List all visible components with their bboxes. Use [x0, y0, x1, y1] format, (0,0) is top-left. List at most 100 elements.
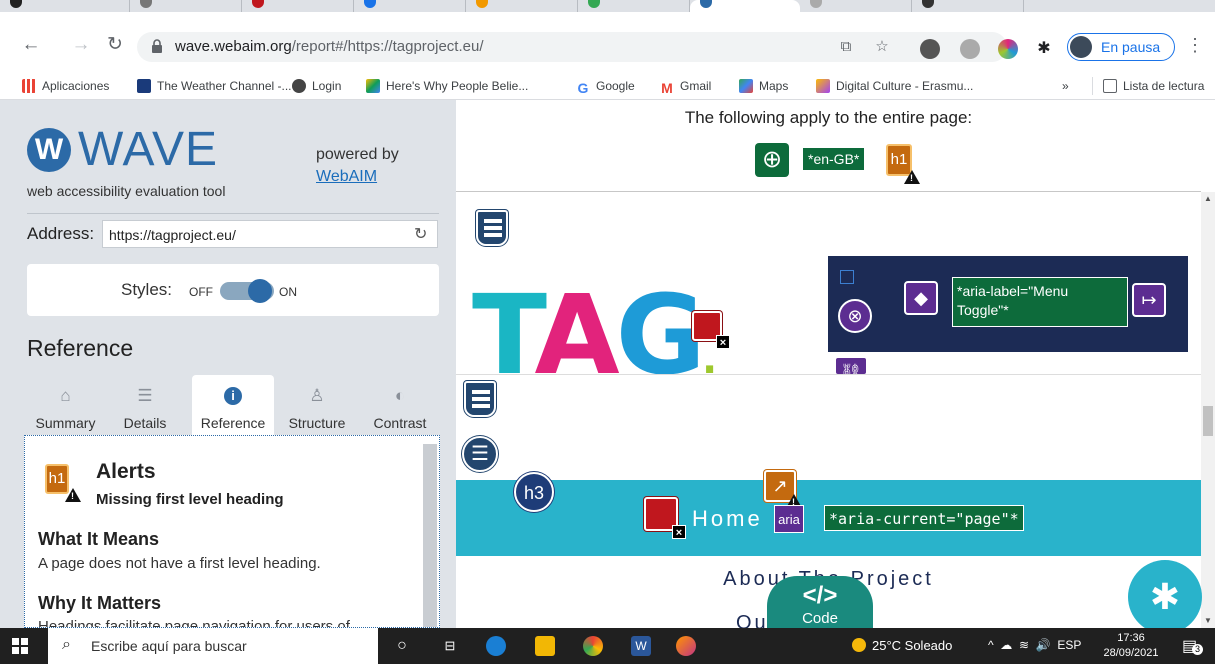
styles-toggle[interactable] [220, 279, 274, 303]
button-icon[interactable]: ⊗ [838, 299, 872, 333]
system-tray[interactable]: ^ ☁ ≋ 🔊 ESP [988, 638, 1081, 652]
menu-kebab-icon[interactable]: ⋮ [1186, 34, 1204, 56]
lang-badge[interactable]: *en-GB* [803, 148, 865, 170]
bookmark-apps[interactable]: Aplicaciones [22, 77, 109, 95]
webaim-link[interactable]: WebAIM [316, 166, 399, 188]
tab-reference[interactable]: i Reference [192, 375, 274, 435]
page-scrollbar[interactable]: ▲ ▼ [1201, 192, 1215, 628]
edge-icon[interactable] [486, 636, 506, 656]
browser-tab[interactable] [578, 0, 690, 12]
aria-current-badge[interactable]: *aria-current="page"* [824, 505, 1024, 531]
maps-icon [739, 79, 753, 93]
accessibility-button[interactable]: ✱ [1128, 560, 1202, 628]
gear-extension-icon[interactable] [960, 39, 980, 59]
sun-icon [852, 638, 866, 652]
screen: ← → ↻ wave.webaim.org/report#/https://ta… [0, 0, 1215, 664]
why-it-matters-heading: Why It Matters [38, 593, 162, 613]
code-toggle-button[interactable]: </> Code [767, 576, 873, 628]
tab-structure[interactable]: ♙ Structure [281, 375, 353, 435]
language-globe-icon[interactable]: ⊕ [755, 143, 789, 177]
profile-button[interactable]: En pausa [1067, 33, 1175, 61]
browser-tab[interactable] [800, 0, 912, 12]
translate-icon[interactable]: ⧉ [837, 38, 855, 56]
chrome-icon[interactable] [583, 636, 603, 656]
link-icon[interactable]: ⛓ [834, 356, 868, 383]
styles-toggle-box: Styles: OFF ON [27, 264, 439, 316]
scroll-thumb[interactable] [1203, 406, 1213, 436]
tab-summary[interactable]: ⌂ Summary [24, 375, 107, 435]
weather-widget[interactable]: 25°C Soleado [852, 638, 952, 653]
tag-icon[interactable]: ◆ [904, 281, 938, 315]
notification-count: 3 [1192, 644, 1203, 655]
wave-extension-icon[interactable] [920, 39, 940, 59]
notifications-icon[interactable]: ▤ 3 [1182, 636, 1203, 656]
cortana-icon[interactable]: ○ [392, 636, 412, 656]
aria-label-badge[interactable]: *aria-label="Menu Toggle"* [952, 277, 1128, 327]
puzzle-icon[interactable]: ✱ [1034, 39, 1054, 59]
forward-arrow-icon[interactable]: → [70, 34, 92, 56]
color-extension-icon[interactable] [998, 39, 1018, 59]
html-structure-icon[interactable] [464, 381, 496, 417]
bookmark-gmail[interactable]: M Gmail [660, 77, 711, 95]
browser-tab[interactable] [130, 0, 242, 12]
url-text: wave.webaim.org/report#/https://tagproje… [175, 38, 484, 55]
exit-arrow-icon[interactable]: ↦ [1132, 283, 1166, 317]
checkbox-icon[interactable] [840, 270, 854, 284]
what-it-means-heading: What It Means [38, 529, 160, 549]
missing-alt-error-icon[interactable]: × [692, 311, 730, 349]
h3-heading-icon[interactable]: h3 [514, 472, 554, 512]
bookmark-weather[interactable]: The Weather Channel -... [137, 77, 292, 95]
html-structure-icon[interactable] [476, 210, 508, 246]
why-it-matters-text: Headings facilitate page navigation for … [38, 618, 350, 628]
list-structure-icon[interactable]: ☰ [462, 436, 498, 472]
word-icon[interactable]: W [631, 636, 651, 656]
wave-sidebar: W WAVE web accessibility evaluation tool… [0, 100, 456, 628]
reload-icon[interactable]: ↻ [104, 34, 126, 56]
address-input[interactable]: https://tagproject.eu/ [102, 220, 438, 248]
code-icon: </> [802, 582, 838, 609]
styles-on-label: ON [279, 285, 297, 299]
styles-label: Styles: [121, 280, 173, 299]
error-x-icon: × [716, 335, 730, 349]
taskbar-search[interactable]: ⌕ Escribe aquí para buscar [48, 628, 378, 664]
bookmarks-more[interactable]: » [1062, 77, 1069, 95]
browser-tab[interactable] [0, 0, 130, 12]
bookmark-digital-culture[interactable]: Digital Culture - Erasmu... [816, 77, 973, 95]
powered-by-label: powered by [316, 146, 399, 163]
browser-tab[interactable] [466, 0, 578, 12]
browser-tab-active[interactable] [690, 0, 800, 12]
home-link[interactable]: Home [692, 506, 763, 532]
warning-icon: ! [904, 170, 920, 184]
missing-alt-error-icon[interactable]: × [644, 497, 686, 539]
reference-panel: h1 ! Alerts Missing first level heading … [24, 435, 440, 628]
tab-label: Reference [200, 415, 266, 431]
bookmark-maps[interactable]: Maps [739, 77, 788, 95]
reload-address-icon[interactable]: ↻ [414, 224, 427, 244]
wave-logo-icon: W [27, 128, 71, 172]
wave-logo-text: WAVE [78, 123, 219, 176]
menu-navbar: ⊗ ◆ *aria-label="Menu Toggle"* ↦ ⛓ [828, 256, 1188, 383]
browser-tab[interactable] [354, 0, 466, 12]
back-arrow-icon[interactable]: ← [20, 34, 42, 56]
task-view-icon[interactable]: ⊟ [440, 636, 460, 656]
panel-scrollbar[interactable] [423, 444, 437, 627]
error-x-icon: × [672, 525, 686, 539]
tab-details[interactable]: ☰ Details [107, 375, 183, 435]
store-icon[interactable] [535, 636, 555, 656]
browser-tab[interactable] [242, 0, 354, 12]
tab-label: Summary [35, 415, 96, 431]
bookmark-login[interactable]: Login [292, 77, 341, 95]
star-icon[interactable]: ☆ [873, 38, 891, 56]
address-bar[interactable]: wave.webaim.org/report#/https://tagproje… [137, 32, 1007, 62]
bookmark-google[interactable]: G Google [576, 77, 635, 95]
tab-contrast[interactable]: ◐ Contrast [361, 375, 439, 435]
browser-tab[interactable] [912, 0, 1024, 12]
powered-by: powered by WebAIM [316, 144, 399, 188]
clock[interactable]: 17:36 28/09/2021 [1096, 631, 1166, 661]
reading-list[interactable]: Lista de lectura [1092, 77, 1204, 95]
aria-badge[interactable]: aria [774, 505, 804, 533]
windows-start-icon[interactable] [12, 638, 28, 654]
firefox-icon[interactable] [676, 636, 696, 656]
bookmark-article[interactable]: Here's Why People Belie... [366, 77, 528, 95]
reading-list-icon [1103, 79, 1117, 93]
